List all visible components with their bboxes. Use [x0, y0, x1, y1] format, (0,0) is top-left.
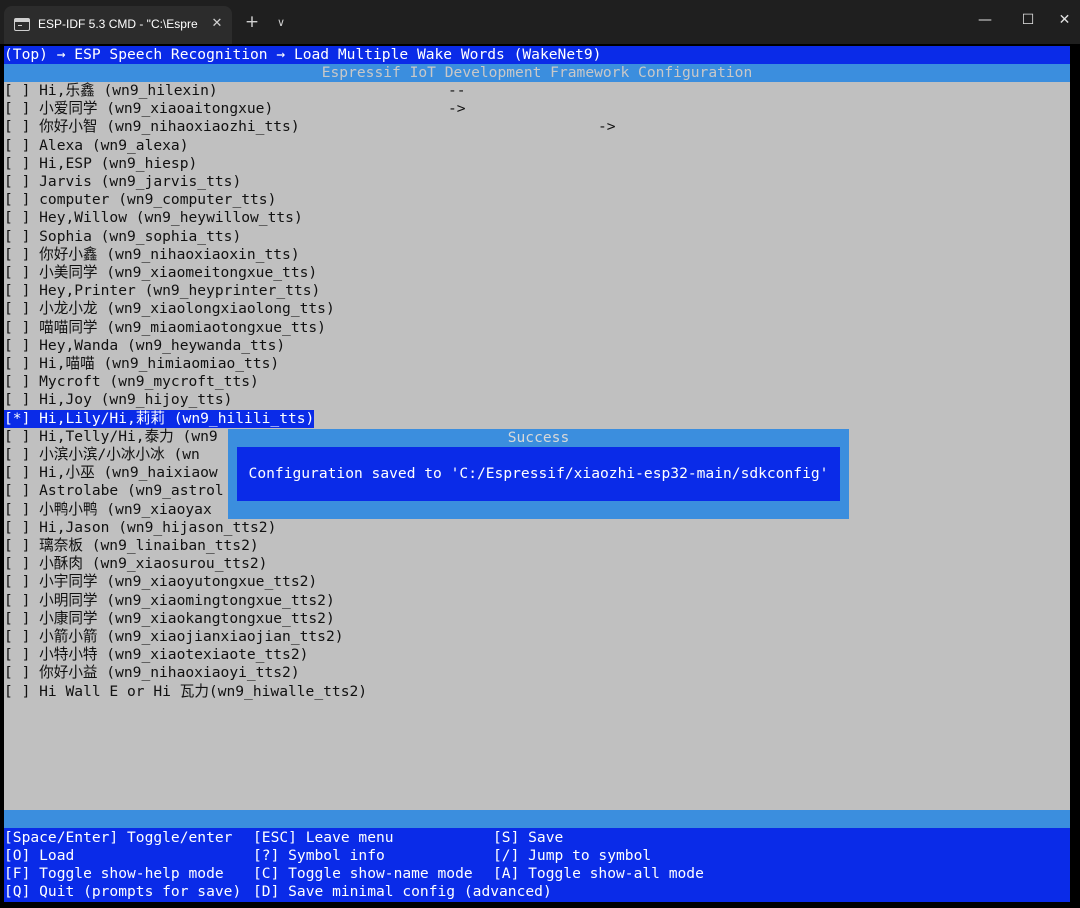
menu-item[interactable]: [ ] Hi,Joy (wn9_hijoy_tts) — [4, 391, 232, 409]
new-tab-button[interactable]: + — [241, 12, 263, 34]
menu-item[interactable]: [ ] Astrolabe (wn9_astrol — [4, 482, 224, 500]
menu-item[interactable]: [ ] Hey,Wanda (wn9_heywanda_tts) — [4, 337, 285, 355]
menu-item[interactable]: [ ] 小龙小龙 (wn9_xiaolongxiaolong_tts) — [4, 300, 335, 318]
tab-title: ESP-IDF 5.3 CMD - "C:\Espressif — [38, 17, 198, 31]
help-save: [S] Save — [493, 829, 564, 846]
menu-item[interactable]: [ ] 小美同学 (wn9_xiaomeitongxue_tts) — [4, 264, 317, 282]
help-bar: [Space/Enter] Toggle/enter [ESC] Leave m… — [4, 828, 1070, 902]
menu-item-selected[interactable]: [*] Hi,Lily/Hi,莉莉 (wn9_hilili_tts) — [4, 409, 315, 428]
minimize-button[interactable]: — — [963, 6, 1007, 34]
menu-item[interactable]: [ ] 小爱同学 (wn9_xiaoaitongxue) — [4, 100, 273, 118]
menu-item[interactable]: [ ] Hi,小巫 (wn9_haixiaow — [4, 464, 218, 482]
menu-item[interactable]: [ ] Mycroft (wn9_mycroft_tts) — [4, 373, 259, 391]
help-symbol-info: [?] Symbol info — [253, 847, 385, 864]
menu-item[interactable]: [ ] 小康同学 (wn9_xiaokangtongxue_tts2) — [4, 610, 335, 628]
help-load: [O] Load — [4, 847, 75, 864]
framework-title: Espressif IoT Development Framework Conf… — [4, 64, 1070, 82]
submenu-arrow: -> — [448, 100, 466, 117]
menu-item[interactable]: [ ] 小宇同学 (wn9_xiaoyutongxue_tts2) — [4, 573, 317, 591]
chevron-down-icon[interactable]: ∨ — [272, 14, 290, 32]
menu-item[interactable]: [ ] Hey,Willow (wn9_heywillow_tts) — [4, 209, 303, 227]
menu-item[interactable]: [ ] 小鸭小鸭 (wn9_xiaoyax — [4, 501, 212, 519]
dialog-body: Configuration saved to 'C:/Espressif/xia… — [237, 447, 840, 501]
tab-close-icon[interactable]: ✕ — [208, 15, 226, 33]
menu-item[interactable]: [ ] 小酥肉 (wn9_xiaosurou_tts2) — [4, 555, 267, 573]
menu-item[interactable]: [ ] 你好小益 (wn9_nihaoxiaoyi_tts2) — [4, 664, 300, 682]
menu-item[interactable]: [ ] Hi Wall E or Hi 瓦力(wn9_hiwalle_tts2) — [4, 683, 367, 701]
menu-item[interactable]: [ ] Hi,ESP (wn9_hiesp) — [4, 155, 197, 173]
menu-item[interactable]: [ ] Hi,喵喵 (wn9_himiaomiao_tts) — [4, 355, 279, 373]
help-show-name-mode: [C] Toggle show-name mode — [253, 865, 473, 882]
menu-item[interactable]: [ ] Hi,Jason (wn9_hijason_tts2) — [4, 519, 276, 537]
menu-item[interactable]: [ ] computer (wn9_computer_tts) — [4, 191, 276, 209]
close-button[interactable]: ✕ — [1049, 6, 1080, 34]
maximize-button[interactable]: ☐ — [1006, 6, 1050, 34]
terminal-tab[interactable]: ESP-IDF 5.3 CMD - "C:\Espressif ✕ — [4, 6, 232, 44]
help-show-help-mode: [F] Toggle show-help mode — [4, 865, 224, 882]
menu-item[interactable]: [ ] Hi,乐鑫 (wn9_hilexin) — [4, 82, 218, 100]
menu-item[interactable]: [ ] Hi,Telly/Hi,泰力 (wn9 — [4, 428, 218, 446]
help-quit: [Q] Quit (prompts for save) — [4, 883, 242, 900]
help-save-minimal: [D] Save minimal config (advanced) — [253, 883, 552, 900]
menu-item[interactable]: [ ] 小滨小滨/小冰小冰 (wn — [4, 446, 200, 464]
help-show-all-mode: [A] Toggle show-all mode — [493, 865, 704, 882]
terminal[interactable]: (Top) → ESP Speech Recognition → Load Mu… — [4, 46, 1070, 902]
menu-item[interactable]: [ ] 你好小智 (wn9_nihaoxiaozhi_tts) — [4, 118, 300, 136]
menu-item[interactable]: [ ] Jarvis (wn9_jarvis_tts) — [4, 173, 241, 191]
menu-item[interactable]: [ ] 你好小鑫 (wn9_nihaoxiaoxin_tts) — [4, 246, 300, 264]
breadcrumb: (Top) → ESP Speech Recognition → Load Mu… — [4, 46, 1070, 64]
separator-bar — [4, 810, 1070, 828]
menu-item[interactable]: [ ] 小特小特 (wn9_xiaotexiaote_tts2) — [4, 646, 308, 664]
menu-item[interactable]: [ ] Hey,Printer (wn9_heyprinter_tts) — [4, 282, 320, 300]
title-bar: ESP-IDF 5.3 CMD - "C:\Espressif ✕ + ∨ — … — [0, 0, 1080, 44]
menu-item[interactable]: [ ] 喵喵同学 (wn9_miaomiaotongxue_tts) — [4, 319, 326, 337]
help-jump-to-symbol: [/] Jump to symbol — [493, 847, 652, 864]
menu-item[interactable]: [ ] Alexa (wn9_alexa) — [4, 137, 189, 155]
menu-item[interactable]: [ ] Sophia (wn9_sophia_tts) — [4, 228, 241, 246]
help-toggle-enter: [Space/Enter] Toggle/enter — [4, 829, 233, 846]
help-leave-menu: [ESC] Leave menu — [253, 829, 394, 846]
terminal-icon — [14, 18, 30, 31]
dialog-title: Success — [507, 429, 570, 446]
menu-marker: -- — [448, 82, 466, 99]
menu-item[interactable]: [ ] 璃奈板 (wn9_linaiban_tts2) — [4, 537, 259, 555]
menu-item[interactable]: [ ] 小明同学 (wn9_xiaomingtongxue_tts2) — [4, 592, 335, 610]
menu-item[interactable]: [ ] 小箭小箭 (wn9_xiaojianxiaojian_tts2) — [4, 628, 344, 646]
dialog-message: Configuration saved to 'C:/Espressif/xia… — [248, 465, 829, 482]
submenu-arrow: -> — [598, 118, 616, 135]
success-dialog[interactable]: Success Configuration saved to 'C:/Espre… — [228, 429, 849, 519]
